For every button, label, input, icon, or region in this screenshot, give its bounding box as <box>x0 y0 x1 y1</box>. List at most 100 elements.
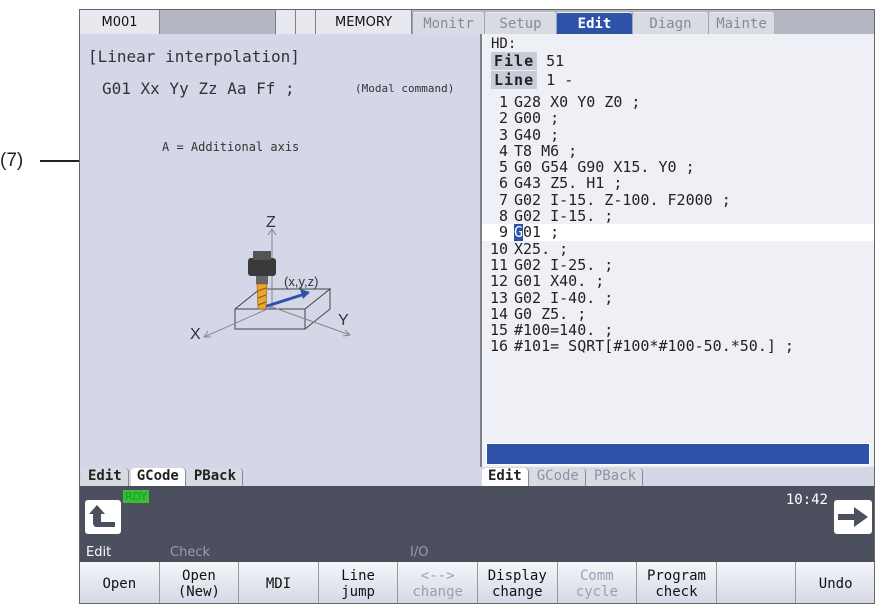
line-number: 11 <box>489 255 508 274</box>
guidance-syntax: G01 Xx Yy Zz Aa Ff ; <box>102 79 295 98</box>
line-text: G43 Z5. H1 ; <box>514 174 623 193</box>
line-text: G0 Z5. ; <box>514 304 587 323</box>
file-label: File <box>491 52 538 70</box>
code-line[interactable]: 1 G28 X0 Y0 Z0 ; <box>482 93 874 111</box>
axis-label-x: X <box>190 326 201 343</box>
mode-check[interactable]: Check <box>170 545 410 560</box>
input-field[interactable] <box>486 443 870 465</box>
mode-edit[interactable]: Edit <box>80 545 170 560</box>
file-value: 51 <box>546 52 565 70</box>
softkey-sublabel: change <box>412 583 463 600</box>
tab-edit[interactable]: Edit <box>556 12 632 34</box>
line-text: G01 X40. ; <box>514 272 605 291</box>
gcode-guidance-panel: [Linear interpolation] G01 Xx Yy Zz Aa F… <box>80 34 478 467</box>
softkey-3[interactable]: MDI <box>239 562 319 603</box>
softkey-sublabel: (New) <box>177 583 220 600</box>
line-info: Line 1 - <box>491 71 573 89</box>
line-number: 16 <box>489 337 508 356</box>
softkey-5[interactable]: <--> change <box>398 562 478 603</box>
code-line[interactable]: 5 G0 G54 G90 X15. Y0 ; <box>482 158 874 177</box>
softkey-1[interactable]: Open <box>80 562 160 603</box>
line-number: 15 <box>489 321 508 340</box>
cnc-screen: M001 MEMORY Monitr Setup Edit Diagn Main… <box>79 9 875 604</box>
code-line[interactable]: 2 G00 ; <box>482 109 874 128</box>
code-line[interactable]: 16 #101= SQRT[#100*#100-50.*50.] ; <box>482 337 874 356</box>
ready-indicator: RDY <box>123 490 150 503</box>
line-text: G0 G54 G90 X15. Y0 ; <box>514 158 695 177</box>
code-area[interactable]: 1 G28 X0 Y0 Z0 ; 2 G00 ; 3 G40 ; 4 T8 M6 ; 5 G0 G… <box>482 94 874 355</box>
line-number: 10 <box>489 239 508 258</box>
softkey-label: Line <box>341 567 375 584</box>
code-line[interactable]: 13 G02 I-40. ; <box>482 289 874 306</box>
line-text: G02 I-25. ; <box>514 255 614 274</box>
softkey-8[interactable]: Program check <box>637 562 717 603</box>
softkey-sublabel: jump <box>341 583 375 600</box>
menu-mode-bar: Edit Check I/O <box>80 542 874 562</box>
code-line[interactable]: 4 T8 M6 ; <box>482 143 874 160</box>
code-line[interactable]: 14 G0 Z5. ; <box>482 304 874 323</box>
status-cell-blank <box>296 10 316 34</box>
guidance-axis-note: A = Additional axis <box>162 140 300 154</box>
line-number: 3 <box>498 125 508 144</box>
softkey-label: Comm <box>580 567 614 584</box>
softkey-sublabel: check <box>655 583 698 600</box>
mode-io[interactable]: I/O <box>410 545 428 560</box>
code-line[interactable]: 10 X25. ; <box>482 239 874 258</box>
line-number: 1 <box>498 93 508 111</box>
callout-label: (7) <box>0 150 24 171</box>
line-value: 1 - <box>546 71 574 89</box>
code-line[interactable]: 8 G02 I-15. ; <box>482 207 874 226</box>
next-arrow-button[interactable] <box>834 500 872 534</box>
guidance-note: (Modal command) <box>355 82 455 95</box>
code-line[interactable]: 11 G02 I-25. ; <box>482 255 874 274</box>
editor-tab-gcode[interactable]: GCode <box>530 468 586 486</box>
code-line[interactable]: 3 G40 ; <box>482 125 874 144</box>
softkey-4[interactable]: Line jump <box>318 562 399 603</box>
tab-diagnosis[interactable]: Diagn <box>632 12 708 34</box>
softkey-10[interactable]: Undo <box>796 562 874 603</box>
code-line[interactable]: 12 G01 X40. ; <box>482 272 874 291</box>
back-arrow-button[interactable] <box>85 500 121 534</box>
code-line[interactable]: 7 G02 I-15. Z-100. F2000 ; <box>482 191 874 208</box>
clock: 10:42 <box>785 492 828 508</box>
text-cursor: G <box>514 223 524 242</box>
softkey-7[interactable]: Comm cycle <box>557 562 638 603</box>
editor-tab-pback[interactable]: PBack <box>587 468 644 486</box>
operation-mode: MEMORY <box>316 10 412 34</box>
status-cell-blank <box>276 10 296 34</box>
line-text: #100=140. ; <box>514 321 614 340</box>
editor-tabs: Edit GCode PBack <box>482 468 645 486</box>
left-tab-edit[interactable]: Edit <box>82 468 129 486</box>
file-info: File 51 <box>491 52 564 70</box>
line-text: G00 ; <box>514 109 560 128</box>
line-number: 5 <box>498 158 508 177</box>
softkey-bar: Open Open (New) MDI Line jump <--> change Displa… <box>80 562 874 603</box>
code-line[interactable]: 9 G 01 ; <box>482 223 874 242</box>
softkey-sublabel: cycle <box>575 583 618 600</box>
line-text: X25. ; <box>514 239 569 258</box>
softkey-sublabel: change <box>491 583 543 600</box>
code-line[interactable]: 6 G43 Z5. H1 ; <box>482 174 874 193</box>
line-label: Line <box>491 71 538 89</box>
axis-label-z: Z <box>266 214 276 231</box>
line-text: G02 I-15. ; <box>514 207 614 226</box>
tab-maintenance[interactable]: Mainte <box>708 12 774 34</box>
line-number: 9 <box>498 223 508 242</box>
editor-tab-edit[interactable]: Edit <box>482 468 529 486</box>
code-line[interactable]: 15 #100=140. ; <box>482 321 874 340</box>
tab-monitor[interactable]: Monitr <box>412 12 484 34</box>
program-editor[interactable]: HD: File 51 Line 1 - 1 G28 X0 Y0 Z0 ; 2 G00… <box>480 34 874 467</box>
tab-setup[interactable]: Setup <box>484 12 556 34</box>
line-text: G40 ; <box>514 125 560 144</box>
softkey-label: MDI <box>265 575 292 592</box>
left-tab-pback[interactable]: PBack <box>187 468 244 486</box>
softkey-6[interactable]: Display change <box>477 562 558 603</box>
softkey-2[interactable]: Open (New) <box>159 562 240 603</box>
left-tab-gcode[interactable]: GCode <box>130 468 186 486</box>
line-text: G28 X0 Y0 Z0 ; <box>514 93 641 111</box>
status-cell-blank <box>160 10 276 34</box>
axis-label-y: Y <box>338 312 349 329</box>
softkey-label: Display <box>487 567 547 584</box>
line-number: 6 <box>498 174 508 193</box>
softkey-9[interactable] <box>716 562 797 603</box>
